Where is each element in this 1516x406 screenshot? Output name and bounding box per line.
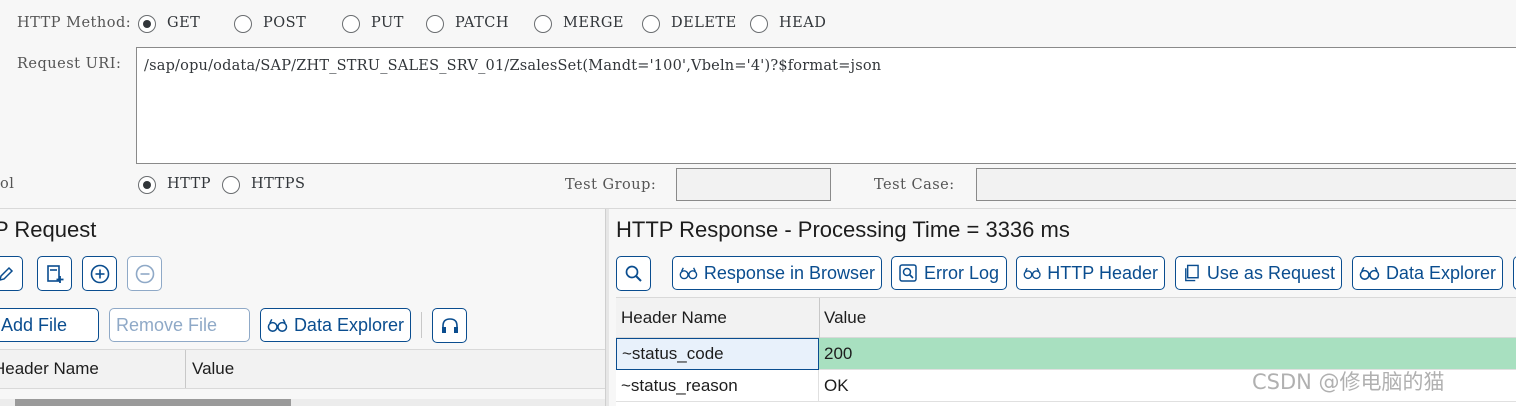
remove-file-button[interactable]: Remove File (109, 308, 250, 342)
test-group-input[interactable] (676, 168, 831, 201)
zoom-button[interactable] (616, 256, 651, 291)
request-data-explorer-label: Data Explorer (293, 314, 404, 335)
request-col-divider (185, 350, 186, 388)
pencil-icon (0, 266, 13, 281)
http-header-button[interactable]: HTTP Header (1016, 256, 1165, 290)
use-as-request-button[interactable]: Use as Request (1175, 256, 1342, 290)
radio-delete-icon[interactable] (642, 15, 660, 33)
radio-patch-label: PATCH (455, 15, 510, 31)
request-table-header: Header Name Value (0, 349, 605, 389)
http-header-label: HTTP Header (1047, 262, 1158, 283)
radio-put-icon[interactable] (342, 15, 360, 33)
test-case-input[interactable] (976, 168, 1516, 201)
radio-put-label: PUT (371, 15, 404, 31)
request-horizontal-scrollbar[interactable] (0, 399, 605, 406)
response-panel-title: HTTP Response - Processing Time = 3336 m… (616, 217, 1070, 242)
add-file-button[interactable]: Add File (0, 308, 99, 342)
radio-post-icon[interactable] (234, 15, 252, 33)
request-uri-label: Request URI: (17, 56, 122, 72)
test-case-label: Test Case: (874, 177, 955, 193)
radio-patch-icon[interactable] (426, 15, 444, 33)
radio-http-icon[interactable] (138, 176, 156, 194)
radio-https-label: HTTPS (251, 176, 306, 192)
response-table-header: Header Name Value (616, 298, 1516, 338)
headset-button[interactable] (432, 308, 467, 343)
radio-post-label: POST (263, 15, 307, 31)
request-col-header-value[interactable]: Value (187, 350, 234, 388)
response-col-header-name[interactable]: Header Name (616, 298, 819, 337)
scrollbar-thumb[interactable] (15, 399, 291, 406)
remove-row-button[interactable] (127, 256, 162, 291)
toolbar-separator (421, 312, 422, 338)
response-data-explorer-button[interactable]: Data Explorer (1352, 256, 1503, 290)
radio-merge-label: MERGE (563, 15, 625, 31)
watermark: CSDN @修电脑的猫 (1252, 370, 1445, 394)
edit-button[interactable] (0, 256, 23, 291)
response-in-browser-label: Response in Browser (703, 262, 875, 283)
test-group-label: Test Group: (565, 177, 657, 193)
radio-get-icon[interactable] (138, 15, 156, 33)
response-col-header-value[interactable]: Value (819, 298, 866, 337)
radio-head-icon[interactable] (750, 15, 768, 33)
error-log-button[interactable]: Error Log (891, 256, 1007, 290)
use-as-request-label: Use as Request (1206, 262, 1335, 283)
response-in-browser-button[interactable]: Response in Browser (672, 256, 882, 290)
headset-icon (441, 317, 458, 333)
request-panel: P Request Add File Remove File Data Expl… (0, 209, 605, 406)
glasses-icon (679, 267, 698, 280)
error-log-icon (899, 264, 917, 282)
insert-row-button[interactable] (37, 256, 72, 291)
radio-https-icon[interactable] (222, 176, 240, 194)
row-status-code-name[interactable]: ~status_code (616, 338, 819, 370)
copy-icon (1185, 264, 1199, 282)
request-col-header-name[interactable]: Header Name (0, 350, 99, 388)
panel-splitter[interactable] (605, 209, 609, 406)
remove-file-label: Remove File (116, 314, 218, 335)
response-data-explorer-label: Data Explorer (1385, 262, 1496, 283)
glasses-icon (1023, 267, 1041, 280)
radio-http-label: HTTP (167, 176, 212, 192)
add-row-button[interactable] (82, 256, 117, 291)
glasses-icon (1359, 266, 1380, 280)
minus-circle-icon (135, 264, 154, 283)
row-status-code-value[interactable]: 200 (819, 338, 1516, 369)
insert-row-icon (46, 264, 63, 283)
plus-circle-icon (90, 264, 109, 283)
http-method-label: HTTP Method: (17, 15, 132, 31)
row-status-reason-name[interactable]: ~status_reason (616, 370, 819, 401)
radio-delete-label: DELETE (671, 15, 737, 31)
radio-head-label: HEAD (779, 15, 827, 31)
protocol-label: ol (0, 176, 15, 192)
request-uri-textarea[interactable]: /sap/opu/odata/SAP/ZHT_STRU_SALES_SRV_01… (136, 47, 1516, 164)
radio-get-label: GET (167, 15, 201, 31)
request-data-explorer-button[interactable]: Data Explorer (260, 308, 411, 342)
glasses-icon (267, 318, 288, 332)
request-uri-value: /sap/opu/odata/SAP/ZHT_STRU_SALES_SRV_01… (144, 58, 882, 74)
radio-merge-icon[interactable] (534, 15, 552, 33)
add-file-label: Add File (1, 314, 68, 335)
magnifier-icon (625, 265, 642, 282)
request-panel-title: P Request (0, 217, 97, 242)
error-log-label: Error Log (924, 262, 1000, 283)
